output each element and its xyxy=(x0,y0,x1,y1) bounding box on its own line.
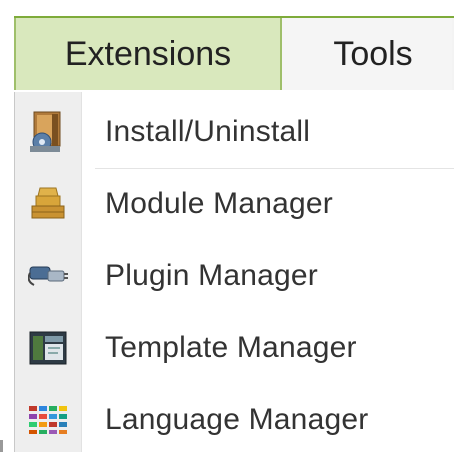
menu-tab-tools[interactable]: Tools xyxy=(282,18,452,90)
menu-item-module-manager[interactable]: Module Manager xyxy=(15,168,454,240)
template-icon xyxy=(15,312,81,384)
menu-item-language-manager[interactable]: Language Manager xyxy=(15,384,454,452)
menu-item-template-manager[interactable]: Template Manager xyxy=(15,312,454,384)
module-icon xyxy=(15,168,81,240)
menu-item-label: Install/Uninstall xyxy=(105,115,311,148)
menu-tab-extensions[interactable]: Extensions xyxy=(14,18,282,90)
menu-item-install-uninstall[interactable]: Install/Uninstall xyxy=(15,96,454,168)
install-icon xyxy=(15,96,81,168)
plugin-icon xyxy=(15,240,81,312)
menu-item-label: Language Manager xyxy=(105,403,369,436)
menu-item-plugin-manager[interactable]: Plugin Manager xyxy=(15,240,454,312)
menu-tab-label: Extensions xyxy=(64,34,232,73)
menu-item-label: Template Manager xyxy=(105,331,357,364)
screen: Extensions Tools Install/Uninstall Modul… xyxy=(0,0,454,452)
language-icon xyxy=(15,384,81,452)
menu-item-label: Module Manager xyxy=(105,187,333,220)
extensions-dropdown: Install/Uninstall Module Manager Plugin … xyxy=(14,92,454,452)
menu-bar: Extensions Tools xyxy=(14,16,454,90)
menu-tab-label: Tools xyxy=(333,34,413,73)
menu-item-label: Plugin Manager xyxy=(105,259,318,292)
left-edge-tick xyxy=(0,440,3,452)
top-bar xyxy=(0,0,454,16)
